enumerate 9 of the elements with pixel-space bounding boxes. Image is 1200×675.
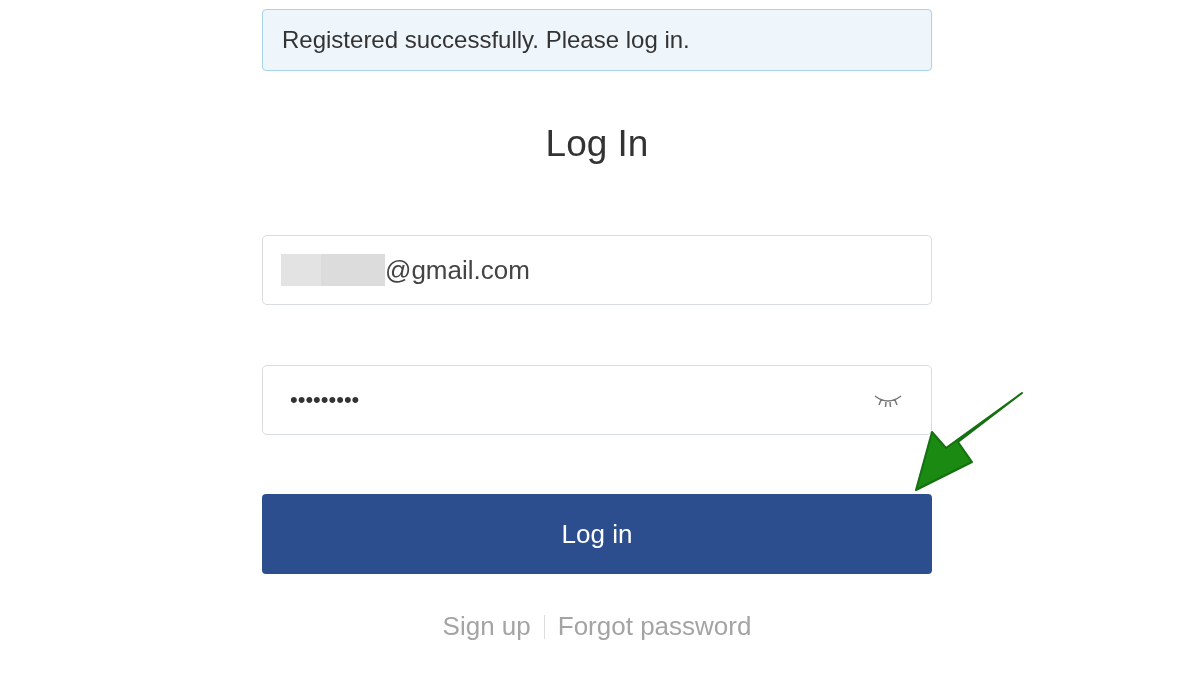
login-button[interactable]: Log in [262,494,932,574]
alert-message: Registered successfully. Please log in. [282,26,690,54]
password-field[interactable]: ••••••••• [262,365,932,435]
email-field[interactable]: @gmail.com [262,235,932,305]
page-title: Log In [545,123,649,165]
password-value: ••••••••• [289,387,360,413]
closed-eye-icon[interactable] [873,392,903,408]
email-value: @gmail.com [385,254,530,286]
arrow-icon [912,390,1026,494]
